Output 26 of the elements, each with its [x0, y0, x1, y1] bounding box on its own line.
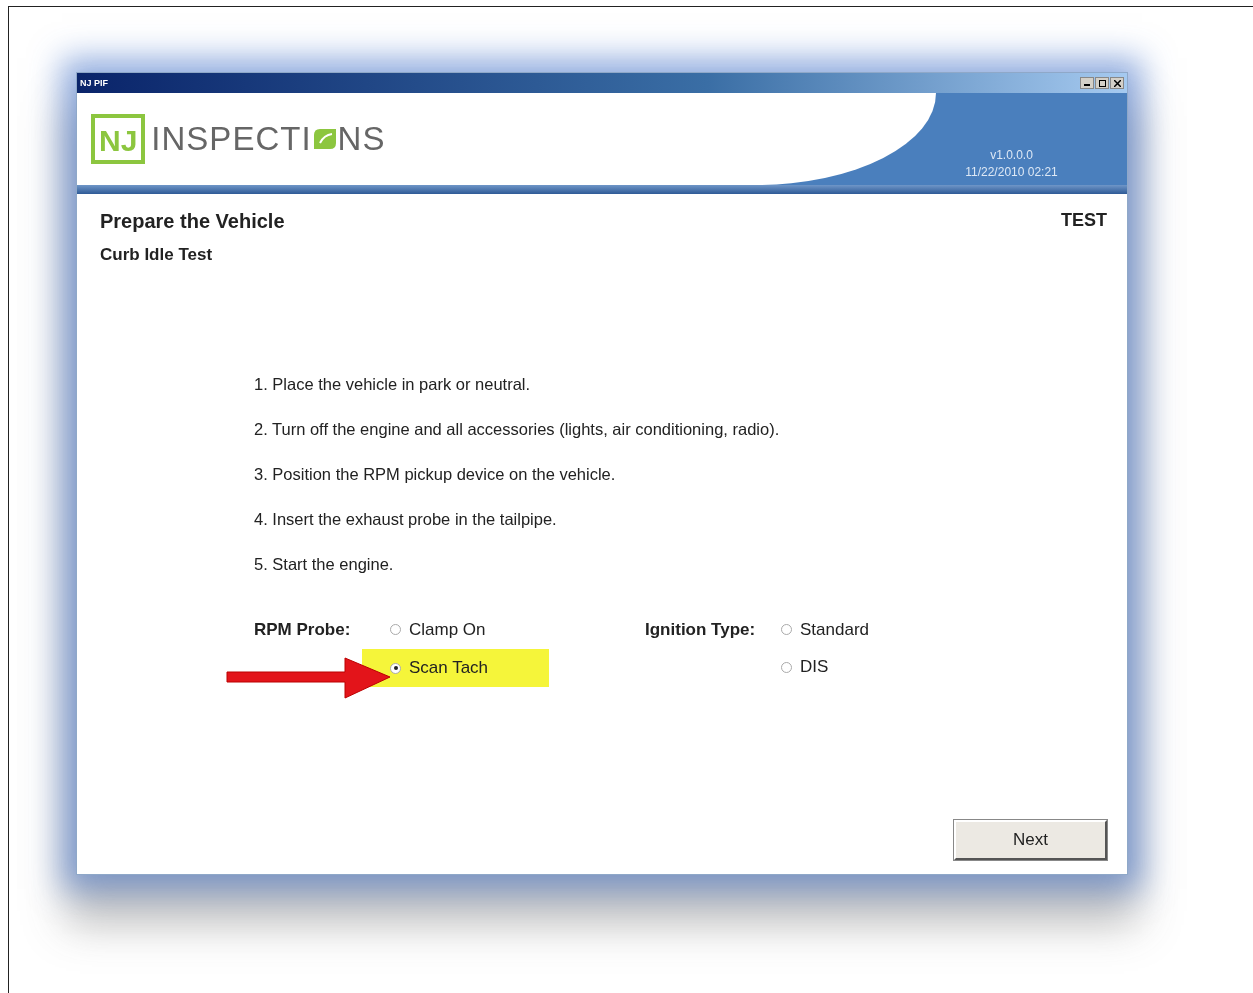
instruction-step: 2. Turn off the engine and all accessories (lights, air conditioning, radio). [254, 420, 1107, 439]
close-button[interactable] [1110, 77, 1124, 89]
version-text: v1.0.0.0 [990, 148, 1033, 162]
window-title: NJ PIF [80, 78, 108, 88]
radio-option[interactable]: Clamp On [390, 612, 590, 647]
close-icon [1113, 79, 1121, 87]
timestamp-text: 11/22/2010 02:21 [965, 165, 1058, 179]
next-button[interactable]: Next [954, 820, 1107, 860]
leaf-icon [311, 127, 338, 151]
mode-label: TEST [1061, 210, 1107, 232]
instruction-step: 3. Position the RPM pickup device on the vehicle. [254, 465, 1107, 484]
page-title: Prepare the Vehicle [100, 210, 285, 233]
highlighted-radio-option[interactable]: Scan Tach [362, 649, 549, 687]
logo-text: INSPECTI NS [151, 120, 386, 158]
radio-option[interactable]: DIS [781, 649, 981, 685]
option-label: Ignition Type: [645, 619, 757, 641]
instruction-step: 4. Insert the exhaust probe in the tailpipe. [254, 510, 1107, 529]
instruction-step: 5. Start the engine. [254, 555, 1107, 574]
radio-option[interactable]: Standard [781, 612, 981, 647]
instruction-step: 1. Place the vehicle in park or neutral. [254, 375, 1107, 394]
minimize-button[interactable] [1080, 77, 1094, 89]
logo-badge: NJ [91, 114, 146, 164]
maximize-icon [1098, 79, 1106, 87]
page-subtitle: Curb Idle Test [100, 245, 214, 265]
option-label: RPM Probe: [254, 619, 352, 641]
maximize-button[interactable] [1095, 77, 1109, 89]
